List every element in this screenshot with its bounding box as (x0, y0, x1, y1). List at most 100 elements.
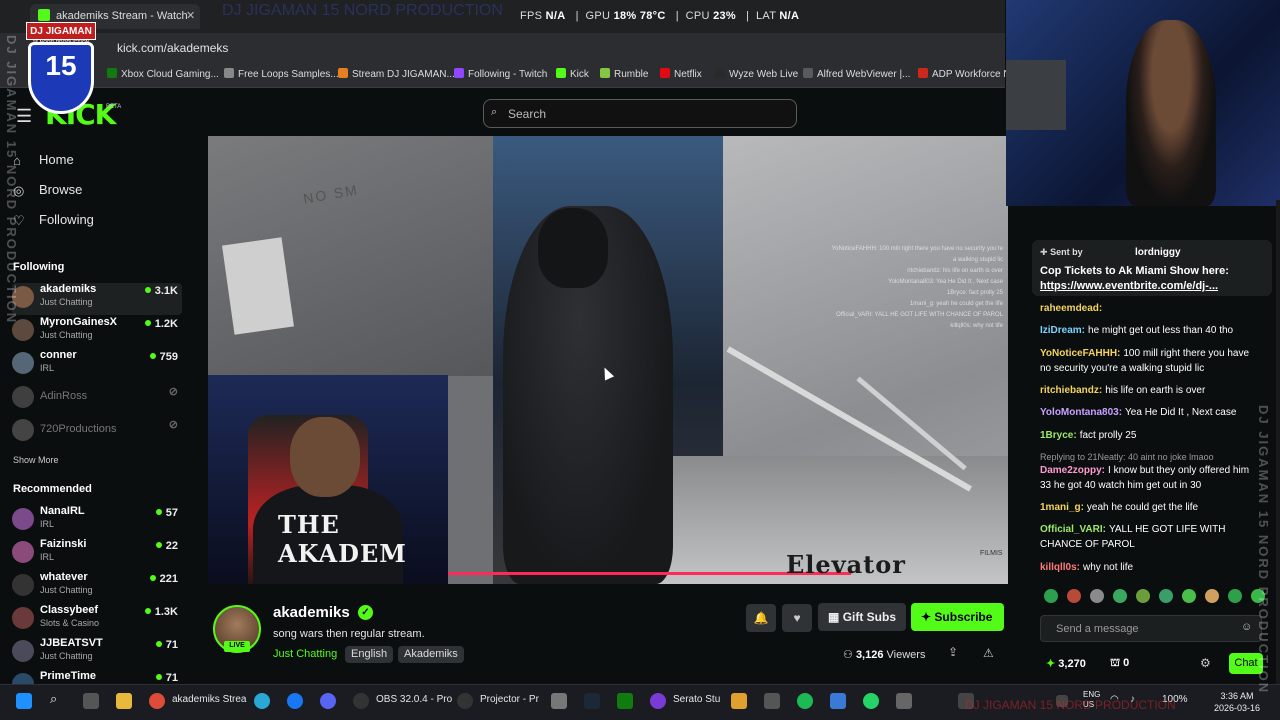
app-icon[interactable] (731, 693, 747, 709)
pinned-link[interactable]: https://www.eventbrite.com/e/dj-... (1040, 280, 1218, 292)
emote-icon[interactable] (1182, 589, 1196, 603)
badge-subtitle: 15 NORD PRODUCTION (32, 40, 90, 46)
obs-icon[interactable] (353, 693, 369, 709)
pinned-text: Cop Tickets to Ak Miami Show here: (1040, 265, 1229, 277)
edge-icon[interactable] (254, 693, 270, 709)
system-clock[interactable]: 3:36 AM 2026-03-16 (1214, 690, 1260, 714)
offline-icon: ⊘ (168, 419, 178, 431)
chat-message: IziDream: he might get out less than 40 t… (1040, 325, 1234, 336)
avatar (12, 673, 34, 684)
discord-icon[interactable] (320, 693, 336, 709)
emote-icon[interactable] (1228, 589, 1242, 603)
emote-icon[interactable] (1067, 589, 1081, 603)
chrome-icon[interactable] (149, 693, 165, 709)
video-scene-panel (222, 237, 294, 335)
sidebar-channel-conner[interactable]: conner IRL 759 (12, 349, 182, 381)
sidebar-channel-whatever[interactable]: whatever Just Chatting 221 (12, 571, 182, 603)
emote-icon[interactable] (1044, 589, 1058, 603)
emoji-picker-icon[interactable]: ☺ (1241, 621, 1252, 633)
avatar (12, 419, 34, 441)
show-more-link[interactable]: Show More (13, 455, 59, 465)
viewer-count: ⚇ 3,126 Viewers (843, 649, 926, 661)
stream-category[interactable]: Just Chatting (273, 648, 337, 660)
taskbar-search-icon[interactable]: ⌕ (50, 691, 57, 707)
kick-favicon-icon (38, 9, 50, 21)
channel-name[interactable]: akademiks (273, 604, 350, 621)
facecam-shirt-text: THE AKADEM (278, 510, 407, 568)
url-field[interactable]: kick.com/akademeks (117, 41, 228, 55)
task-view-icon[interactable] (83, 693, 99, 709)
pinned-user[interactable]: lordniggy (1135, 247, 1181, 258)
whatsapp-icon[interactable] (863, 693, 879, 709)
sidebar-channel-adinross[interactable]: AdinRoss ⊘ (12, 383, 182, 415)
bookmark-stream[interactable]: Stream DJ JIGAMAN... (338, 68, 455, 80)
serato-icon[interactable] (650, 693, 666, 709)
taskbar-item-projector[interactable]: Projector - Pr (480, 694, 539, 705)
sidebar-channel-classybeef[interactable]: Classybeef Slots & Casino 1.3K (12, 604, 182, 636)
emote-icon[interactable] (1136, 589, 1150, 603)
chat-message: YoloMontana803: Yea He Did It , Next case (1040, 407, 1237, 418)
obs-projector-icon[interactable] (457, 693, 473, 709)
facebook-icon[interactable] (287, 693, 303, 709)
bookmark-wyze[interactable]: Wyze Web Live (715, 68, 798, 80)
taskbar-item-serato[interactable]: Serato Stu (673, 694, 720, 705)
app-icon[interactable] (764, 693, 780, 709)
steam-icon[interactable] (584, 693, 600, 709)
app-icon[interactable] (896, 693, 912, 709)
avatar (12, 352, 34, 374)
tag-english[interactable]: English (345, 646, 394, 663)
top-watermark: DJ JIGAMAN 15 NORD PRODUCTION (222, 2, 503, 19)
sidebar-channel-nanairl[interactable]: NanaIRL IRL 57 (12, 505, 182, 537)
sidebar-channel-faizinski[interactable]: Faizinski IRL 22 (12, 538, 182, 570)
emote-icon[interactable] (1159, 589, 1173, 603)
follow-heart-icon[interactable]: ♥ (782, 604, 812, 632)
sidebar-channel-akademiks[interactable]: akademiks Just Chatting 3.1K (12, 283, 182, 315)
chat-settings-gear-icon[interactable]: ⚙ (1200, 656, 1211, 670)
bookmark-alfred[interactable]: Alfred WebViewer |... (803, 68, 910, 80)
notification-bell-icon[interactable]: 🔔 (746, 604, 776, 632)
gift-subs-button[interactable]: ▦ Gift Subs (818, 603, 906, 631)
report-icon[interactable]: ⚠ (983, 646, 994, 660)
subscribe-button[interactable]: ✦ Subscribe (911, 603, 1004, 631)
emote-icon[interactable] (1090, 589, 1104, 603)
bookmark-netflix[interactable]: Netflix (660, 68, 702, 80)
sidebar-channel-jjbeatsvt[interactable]: JJBEATSVT Just Chatting 71 (12, 637, 182, 669)
bookmark-kick[interactable]: Kick (556, 68, 589, 80)
file-explorer-icon[interactable] (116, 693, 132, 709)
sidebar-channel-primetime[interactable]: PrimeTime 71 (12, 670, 182, 684)
rewards-count[interactable]: ⛫ 0 (1110, 657, 1129, 671)
video-player[interactable]: NO SM YoNoticeFAHHH: 100 mill right ther… (208, 136, 1008, 584)
windows-start-icon[interactable] (16, 693, 32, 709)
chat-scrollbar[interactable] (1276, 200, 1280, 684)
photos-icon[interactable] (830, 693, 846, 709)
sidebar-channel-myrongainesx[interactable]: MyronGainesX Just Chatting 1.2K (12, 316, 182, 348)
avatar (12, 640, 34, 662)
chat-message: YoNoticeFAHHH: 100 mill right there you h… (1040, 348, 1249, 374)
taskbar-item-obs[interactable]: OBS 32.0.4 - Pro (376, 694, 452, 705)
emote-icon[interactable] (1113, 589, 1127, 603)
nav-following[interactable]: Following (39, 212, 94, 227)
sidebar-channel-720productions[interactable]: 720Productions ⊘ (12, 416, 182, 448)
emote-icon[interactable] (1205, 589, 1219, 603)
star-icon: ✦ (921, 610, 932, 624)
chat-input[interactable]: Send a message (1040, 615, 1262, 642)
xbox-icon[interactable] (617, 693, 633, 709)
fps-value: N/A (545, 10, 566, 22)
share-icon[interactable]: ⇪ (948, 645, 958, 659)
channel-points[interactable]: ✦ 3,270 (1046, 657, 1086, 670)
facecam-head (290, 417, 360, 497)
tag-akademiks[interactable]: Akademiks (398, 646, 464, 663)
spotify-icon[interactable] (797, 693, 813, 709)
bookmark-rumble[interactable]: Rumble (600, 68, 648, 80)
taskbar-item-chrome[interactable]: akademiks Strea (172, 694, 246, 705)
tab-close-icon[interactable]: ✕ (186, 9, 195, 22)
bookmark-twitch[interactable]: Following - Twitch (454, 68, 547, 80)
nav-home[interactable]: Home (39, 152, 74, 167)
bookmark-loops[interactable]: Free Loops Samples... (224, 68, 339, 80)
bookmark-adp[interactable]: ADP Workforce N (918, 68, 1011, 80)
bookmark-xbox[interactable]: Xbox Cloud Gaming... (107, 68, 219, 80)
nav-browse[interactable]: Browse (39, 182, 82, 197)
calculator-icon[interactable] (551, 693, 567, 709)
chat-message: 1Bryce: fact prolly 25 (1040, 430, 1137, 441)
search-input[interactable]: Search (483, 99, 797, 128)
